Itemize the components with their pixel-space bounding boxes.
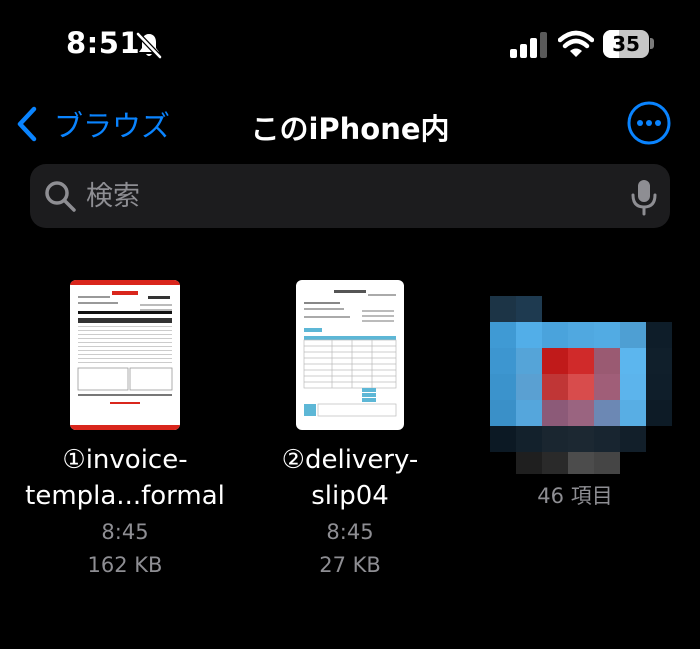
magnifying-glass-icon [45,181,76,212]
battery-cap [650,38,654,49]
search-bar[interactable] [30,164,670,228]
battery-percentage: 35 [612,32,640,56]
status-bar: 8:51 35 [0,0,700,90]
wifi-icon [558,30,594,57]
file-size: 27 KB [319,553,381,577]
file-name-line2: templa...formal [25,481,225,511]
file-time: 8:45 [101,520,149,544]
invoice-thumbnail [70,280,180,430]
folder-item-count: 46 項目 [537,484,613,508]
bell-slash-icon [136,32,162,59]
invoice-document-preview [70,280,180,430]
file-name-line1: ①invoice- [62,445,188,475]
file-name-line2: slip04 [311,481,389,511]
navigation-bar: ブラウズ このiPhone内 [0,92,700,156]
status-time: 8:51 [66,26,141,60]
file-name-line1: ②delivery- [281,445,419,475]
files-app-screen: 8:51 35 ブラウズ このiPhone内 検索 ①invoice- temp… [0,0,700,649]
microphone-icon[interactable] [626,178,662,216]
search-input[interactable] [86,172,606,220]
battery-icon: 35 [603,30,649,58]
ellipsis-circle-icon[interactable] [626,100,672,146]
page-title: このiPhone内 [250,112,450,146]
delivery-slip-thumbnail [296,280,404,430]
cellular-signal-icon [510,32,547,58]
folder-icon [490,296,672,474]
file-time: 8:45 [326,520,374,544]
file-size: 162 KB [87,553,163,577]
delivery-slip-document-preview [303,290,397,417]
